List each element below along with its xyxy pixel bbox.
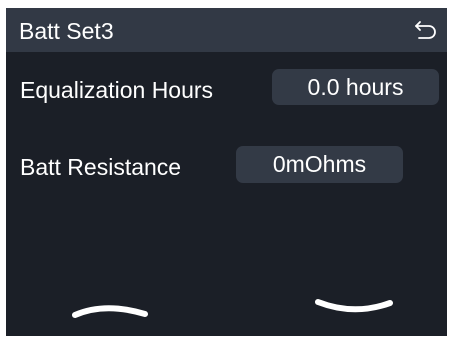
- device-screen: Batt Set3 Equalization Hours 0.0 hours B…: [6, 8, 447, 336]
- chevron-down-icon[interactable]: [312, 296, 396, 320]
- equalization-hours-label: Equalization Hours: [20, 77, 214, 103]
- batt-resistance-value[interactable]: 0mOhms: [236, 146, 403, 183]
- title-bar: Batt Set3: [6, 8, 447, 52]
- batt-resistance-label: Batt Resistance: [20, 154, 182, 180]
- page-title: Batt Set3: [19, 18, 114, 44]
- equalization-hours-value[interactable]: 0.0 hours: [272, 69, 439, 105]
- chevron-up-icon[interactable]: [69, 298, 153, 322]
- return-arrow-icon[interactable]: [413, 18, 439, 42]
